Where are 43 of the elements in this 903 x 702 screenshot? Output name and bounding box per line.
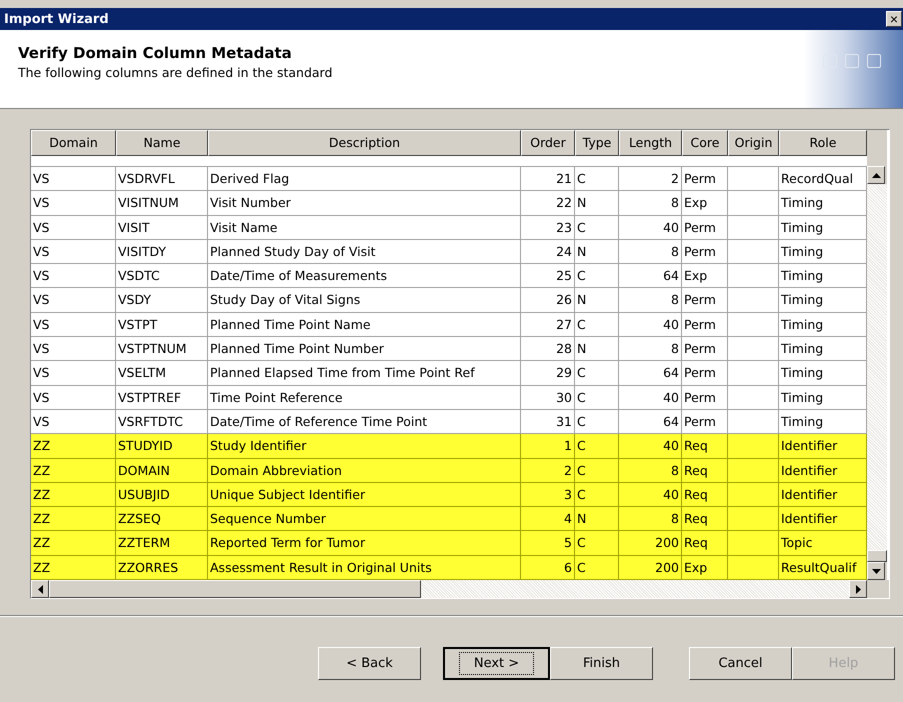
table-row[interactable]: ZZ ZZTERM Reported Term for Tumor 5 C 200 Req Topic xyxy=(31,531,867,556)
column-header[interactable]: Description xyxy=(208,130,521,156)
column-header[interactable]: Origin xyxy=(728,130,779,156)
scrollbar-corner xyxy=(867,580,889,598)
table-row[interactable]: VS VISIT Visit Name 23 C 40 Perm Timing xyxy=(31,216,867,240)
window-title: Import Wizard xyxy=(4,12,109,26)
vertical-scrollbar[interactable] xyxy=(867,130,887,580)
table-row[interactable]: ZZ ZZSEQ Sequence Number 4 N 8 Req Identifier xyxy=(31,507,867,532)
page-title: Verify Domain Column Metadata xyxy=(18,44,293,62)
column-header[interactable]: Role xyxy=(779,130,867,156)
table-row[interactable]: VS VSELTM Planned Elapsed Time from Time Point Ref 29 C 64 Perm Timing xyxy=(31,361,867,386)
wizard-button[interactable]: Cancel xyxy=(689,647,792,680)
scroll-left-icon[interactable] xyxy=(31,580,49,598)
page-subtitle: The following columns are defined in the standard xyxy=(18,65,332,80)
scroll-up-icon[interactable] xyxy=(867,166,885,184)
table-row[interactable]: VS VSDTC Date/Time of Measurements 25 C 64 Exp Timing xyxy=(31,264,867,288)
table-row[interactable]: ZZ STUDYID Study Identifier 1 C 40 Req Identifier xyxy=(31,434,867,459)
column-header[interactable]: Name xyxy=(116,130,208,156)
column-header[interactable]: Order xyxy=(521,130,575,156)
column-header[interactable]: Core xyxy=(682,130,728,156)
scroll-down-icon[interactable] xyxy=(867,562,885,580)
column-header[interactable]: Length xyxy=(619,130,682,156)
wizard-button[interactable]: < Back xyxy=(318,647,421,680)
scroll-thumb[interactable] xyxy=(867,550,887,562)
wizard-button[interactable]: Next > xyxy=(443,647,550,680)
column-header[interactable]: Type xyxy=(575,130,619,156)
table-row[interactable]: ZZ DOMAIN Domain Abbreviation 2 C 8 Req Identifier xyxy=(31,458,867,483)
table-row[interactable]: VS VSRFTDTC Date/Time of Reference Time Point 31 C 64 Perm Timing xyxy=(31,410,867,434)
table-row[interactable]: VS VSTPT Planned Time Point Name 27 C 40 Perm Timing xyxy=(31,312,867,338)
close-button[interactable]: × xyxy=(886,11,902,27)
horizontal-scrollbar[interactable] xyxy=(31,580,889,598)
table-row[interactable]: ZZ ZZORRES Assessment Result in Original Units 6 C 200 Exp ResultQualif xyxy=(31,556,867,580)
table-row[interactable]: VS VSTPTNUM Planned Time Point Number 28 N 8 Perm Timing xyxy=(31,337,867,362)
table-row[interactable]: ZZ USUBJID Unique Subject Identifier 3 C 40 Req Identifier xyxy=(31,482,867,508)
scroll-thumb[interactable] xyxy=(49,580,421,598)
table-row[interactable]: VS VISITDY Planned Study Day of Visit 24 N 8 Perm Timing xyxy=(31,240,867,264)
table-row[interactable]: VS VISITNUM Visit Number 22 N 8 Exp Timing xyxy=(31,191,867,216)
table-row[interactable]: VS VSTPTREF Time Point Reference 30 C 40 Perm Timing xyxy=(31,386,867,410)
column-header[interactable]: Domain xyxy=(31,130,116,156)
wizard-button[interactable]: Finish xyxy=(550,647,653,680)
table-row[interactable]: VS VSDRVFL Derived Flag 21 C 2 Perm RecordQual xyxy=(31,167,867,192)
scroll-right-icon[interactable] xyxy=(849,580,867,598)
table-row[interactable]: VS VSDY Study Day of Vital Signs 26 N 8 Perm Timing xyxy=(31,288,867,313)
